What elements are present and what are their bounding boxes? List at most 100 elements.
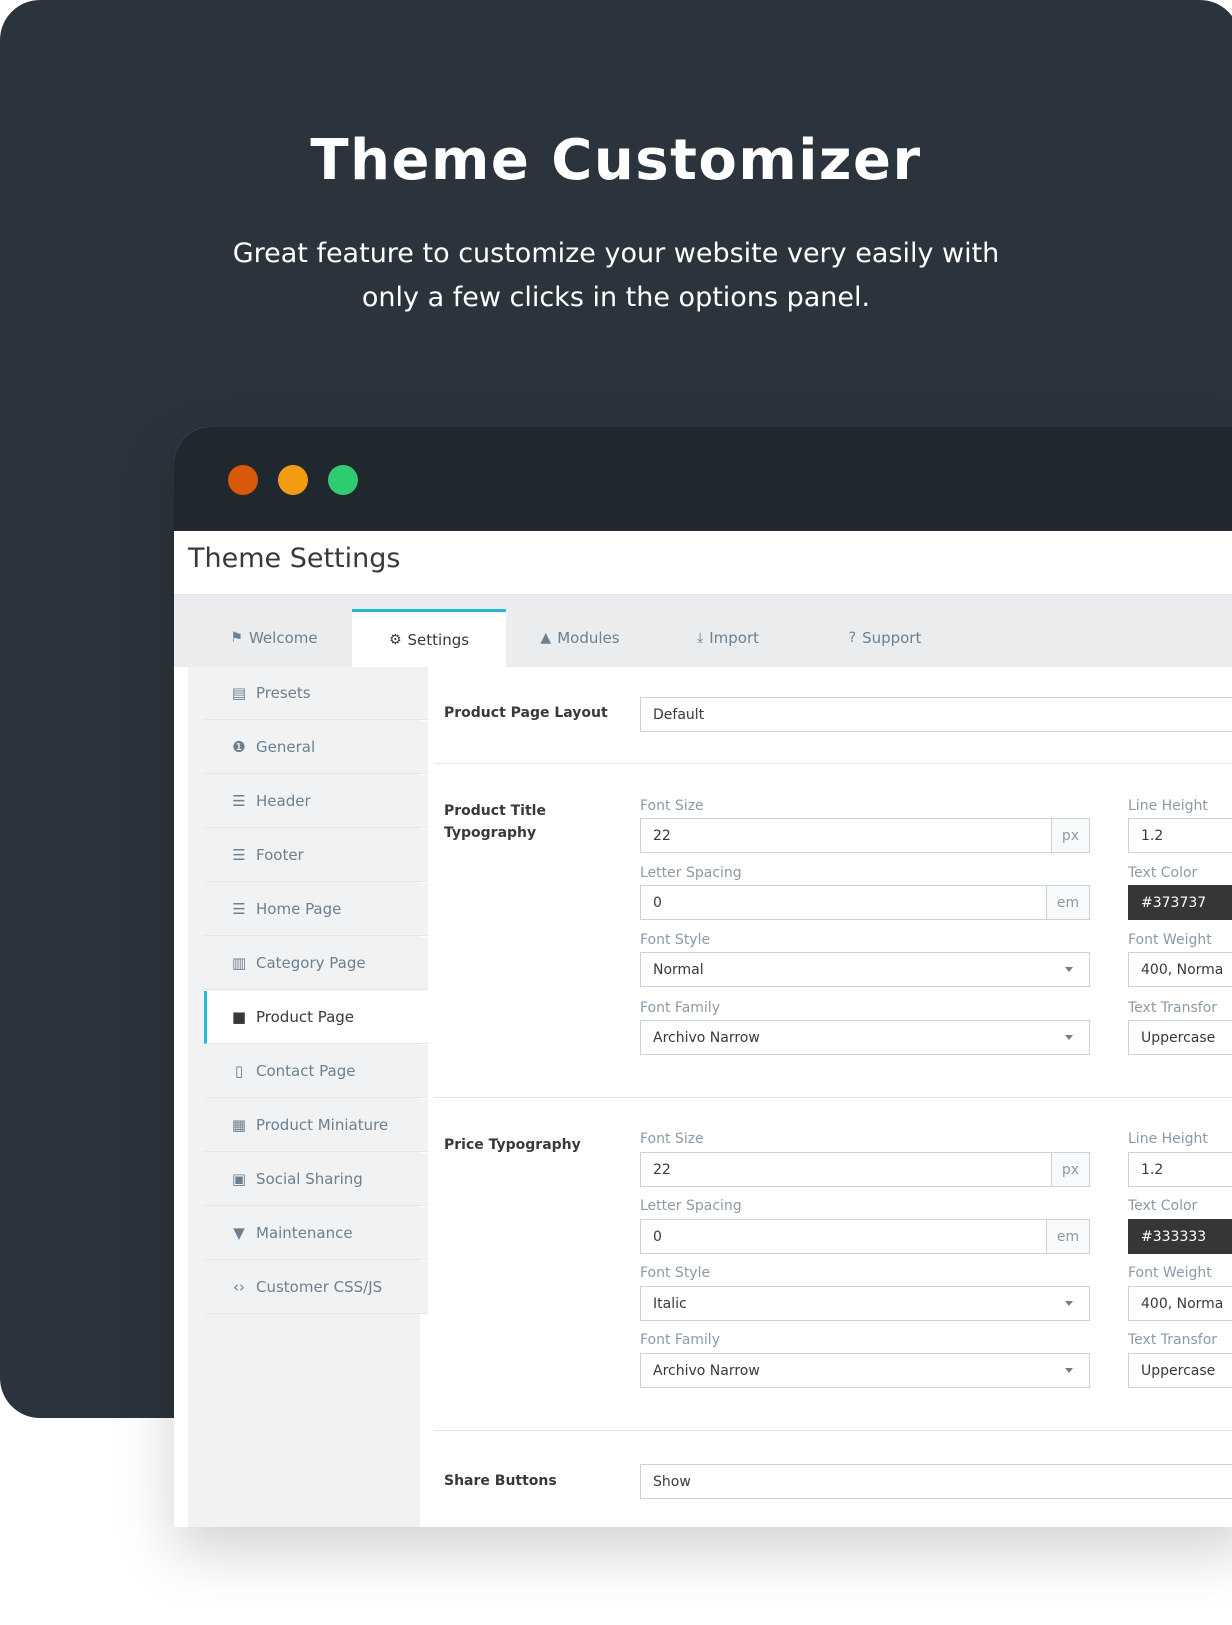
price-font-size-input[interactable]: 22 px bbox=[640, 1152, 1090, 1187]
price-font-size-unit: px bbox=[1051, 1153, 1089, 1186]
page-header: Theme Settings bbox=[174, 531, 1232, 595]
price-letter-spacing-input[interactable]: 0 em bbox=[640, 1219, 1090, 1254]
price-font-family-label: Font Family bbox=[640, 1332, 720, 1348]
sidebar-item-presets[interactable]: ▤ Presets bbox=[204, 667, 428, 720]
title-font-family-label: Font Family bbox=[640, 1000, 720, 1016]
title-font-style-label: Font Style bbox=[640, 932, 711, 948]
chevron-down-icon bbox=[1065, 1301, 1073, 1306]
sidebar-item-label: Customer CSS/JS bbox=[256, 1278, 383, 1296]
title-letter-spacing-input[interactable]: 0 em bbox=[640, 885, 1090, 920]
download-icon: ⤓ bbox=[697, 630, 704, 646]
document-icon: ▤ bbox=[231, 684, 247, 702]
chevron-down-icon bbox=[1065, 1368, 1073, 1373]
title-line-height-label: Line Height bbox=[1128, 798, 1208, 814]
title-letter-spacing-value: 0 bbox=[653, 894, 662, 911]
sidebar-item-label: Contact Page bbox=[256, 1062, 356, 1080]
sidebar-item-product-page[interactable]: ■ Product Page bbox=[204, 991, 428, 1044]
grid-icon: ▦ bbox=[231, 1116, 247, 1134]
title-font-size-input[interactable]: 22 px bbox=[640, 818, 1090, 853]
price-text-transform-select[interactable]: Uppercase bbox=[1128, 1353, 1232, 1388]
product-page-layout-select[interactable]: Default bbox=[640, 697, 1232, 732]
sidebar-item-footer[interactable]: ☰ Footer bbox=[204, 829, 428, 882]
price-letter-spacing-label: Letter Spacing bbox=[640, 1198, 742, 1214]
sidebar-item-label: Presets bbox=[256, 684, 311, 702]
shapes-icon: ▲ bbox=[540, 630, 552, 646]
price-font-weight-value: 400, Norma bbox=[1141, 1295, 1224, 1312]
sidebar-item-label: Category Page bbox=[256, 954, 366, 972]
price-font-family-value: Archivo Narrow bbox=[653, 1362, 760, 1379]
price-font-size-label: Font Size bbox=[640, 1131, 704, 1147]
product-page-layout-value: Default bbox=[653, 706, 705, 723]
title-font-weight-select[interactable]: 400, Norma bbox=[1128, 952, 1232, 987]
share-buttons-label: Share Buttons bbox=[444, 1473, 557, 1489]
price-letter-spacing-unit: em bbox=[1046, 1220, 1089, 1253]
tab-modules[interactable]: ▲ Modules bbox=[510, 609, 650, 667]
price-text-transform-value: Uppercase bbox=[1141, 1362, 1216, 1379]
title-font-weight-value: 400, Norma bbox=[1141, 961, 1224, 978]
sidebar-item-customer-css-js[interactable]: ‹› Customer CSS/JS bbox=[204, 1261, 428, 1314]
price-font-style-select[interactable]: Italic bbox=[640, 1286, 1090, 1321]
price-font-family-select[interactable]: Archivo Narrow bbox=[640, 1353, 1090, 1388]
title-letter-spacing-unit: em bbox=[1046, 886, 1089, 919]
title-font-size-unit: px bbox=[1051, 819, 1089, 852]
code-icon: ‹› bbox=[233, 1278, 245, 1296]
file-icon: ■ bbox=[231, 1008, 247, 1026]
sidebar-item-social-sharing[interactable]: ▣ Social Sharing bbox=[204, 1153, 428, 1206]
sidebar-item-contact-page[interactable]: ▯ Contact Page bbox=[204, 1045, 428, 1098]
close-window-dot[interactable] bbox=[228, 465, 258, 495]
window-titlebar bbox=[174, 427, 1232, 531]
settings-content: ▤ Presets ❶ General ☰ Header ☰ Footer ☰ … bbox=[188, 667, 1232, 1527]
tab-settings[interactable]: ⚙ Settings bbox=[352, 609, 506, 667]
gear-icon: ⚙ bbox=[388, 631, 402, 648]
price-text-color-input[interactable]: #333333 bbox=[1128, 1219, 1232, 1254]
share-buttons-select[interactable]: Show bbox=[640, 1464, 1232, 1499]
sidebar-item-home-page[interactable]: ☰ Home Page bbox=[204, 883, 428, 936]
footer-layout-icon: ☰ bbox=[232, 846, 246, 864]
sidebar-item-label: Social Sharing bbox=[256, 1170, 363, 1188]
hero-subtitle: Great feature to customize your website … bbox=[216, 232, 1016, 320]
title-text-color-input[interactable]: #373737 bbox=[1128, 885, 1232, 920]
sidebar-item-general[interactable]: ❶ General bbox=[204, 721, 428, 774]
columns-icon: ▥ bbox=[231, 954, 247, 972]
sidebar-item-product-miniature[interactable]: ▦ Product Miniature bbox=[204, 1099, 428, 1152]
title-font-style-select[interactable]: Normal bbox=[640, 952, 1090, 987]
price-text-color-label: Text Color bbox=[1128, 1198, 1198, 1214]
page-title: Theme Settings bbox=[188, 543, 401, 574]
price-font-weight-select[interactable]: 400, Norma bbox=[1128, 1286, 1232, 1321]
book-icon: ▯ bbox=[234, 1062, 244, 1080]
section-divider bbox=[434, 763, 1232, 764]
sidebar-item-label: Footer bbox=[256, 846, 304, 864]
sidebar-item-label: Header bbox=[256, 792, 311, 810]
minimize-window-dot[interactable] bbox=[278, 465, 308, 495]
price-font-size-value: 22 bbox=[653, 1161, 671, 1178]
sidebar-item-label: Product Page bbox=[256, 1008, 355, 1026]
tab-label: Import bbox=[709, 629, 759, 647]
tab-bar: ⚑ Welcome ⚙ Settings ▲ Modules ⤓ Import … bbox=[174, 595, 1232, 667]
tab-label: Welcome bbox=[248, 629, 318, 647]
sidebar-item-label: General bbox=[256, 738, 316, 756]
price-line-height-value: 1.2 bbox=[1141, 1161, 1164, 1178]
price-line-height-input[interactable]: 1.2 bbox=[1128, 1152, 1232, 1187]
tab-welcome[interactable]: ⚑ Welcome bbox=[204, 609, 344, 667]
folder-user-icon: ▣ bbox=[231, 1170, 247, 1188]
tab-support[interactable]: ? Support bbox=[810, 609, 960, 667]
flag-icon: ⚑ bbox=[230, 630, 243, 646]
title-text-color-label: Text Color bbox=[1128, 865, 1198, 881]
product-title-typography-label-line-2: Typography bbox=[444, 825, 537, 841]
sidebar-item-category-page[interactable]: ▥ Category Page bbox=[204, 937, 428, 990]
sidebar-item-maintenance[interactable]: ▼ Maintenance bbox=[204, 1207, 428, 1260]
sidebar-item-header[interactable]: ☰ Header bbox=[204, 775, 428, 828]
title-text-transform-select[interactable]: Uppercase bbox=[1128, 1020, 1232, 1055]
chevron-down-icon bbox=[1065, 1035, 1073, 1040]
browser-window: Theme Settings ⚑ Welcome ⚙ Settings ▲ Mo… bbox=[174, 427, 1232, 1527]
price-font-style-label: Font Style bbox=[640, 1265, 711, 1281]
maximize-window-dot[interactable] bbox=[328, 465, 358, 495]
settings-sidebar: ▤ Presets ❶ General ☰ Header ☰ Footer ☰ … bbox=[188, 667, 428, 1527]
hero-subtitle-line-2: only a few clicks in the options panel. bbox=[361, 282, 871, 313]
title-font-family-select[interactable]: Archivo Narrow bbox=[640, 1020, 1090, 1055]
tab-import[interactable]: ⤓ Import bbox=[658, 609, 798, 667]
title-font-family-value: Archivo Narrow bbox=[653, 1029, 760, 1046]
title-line-height-input[interactable]: 1.2 bbox=[1128, 818, 1232, 853]
price-font-style-value: Italic bbox=[653, 1295, 687, 1312]
header-layout-icon: ☰ bbox=[232, 792, 246, 810]
